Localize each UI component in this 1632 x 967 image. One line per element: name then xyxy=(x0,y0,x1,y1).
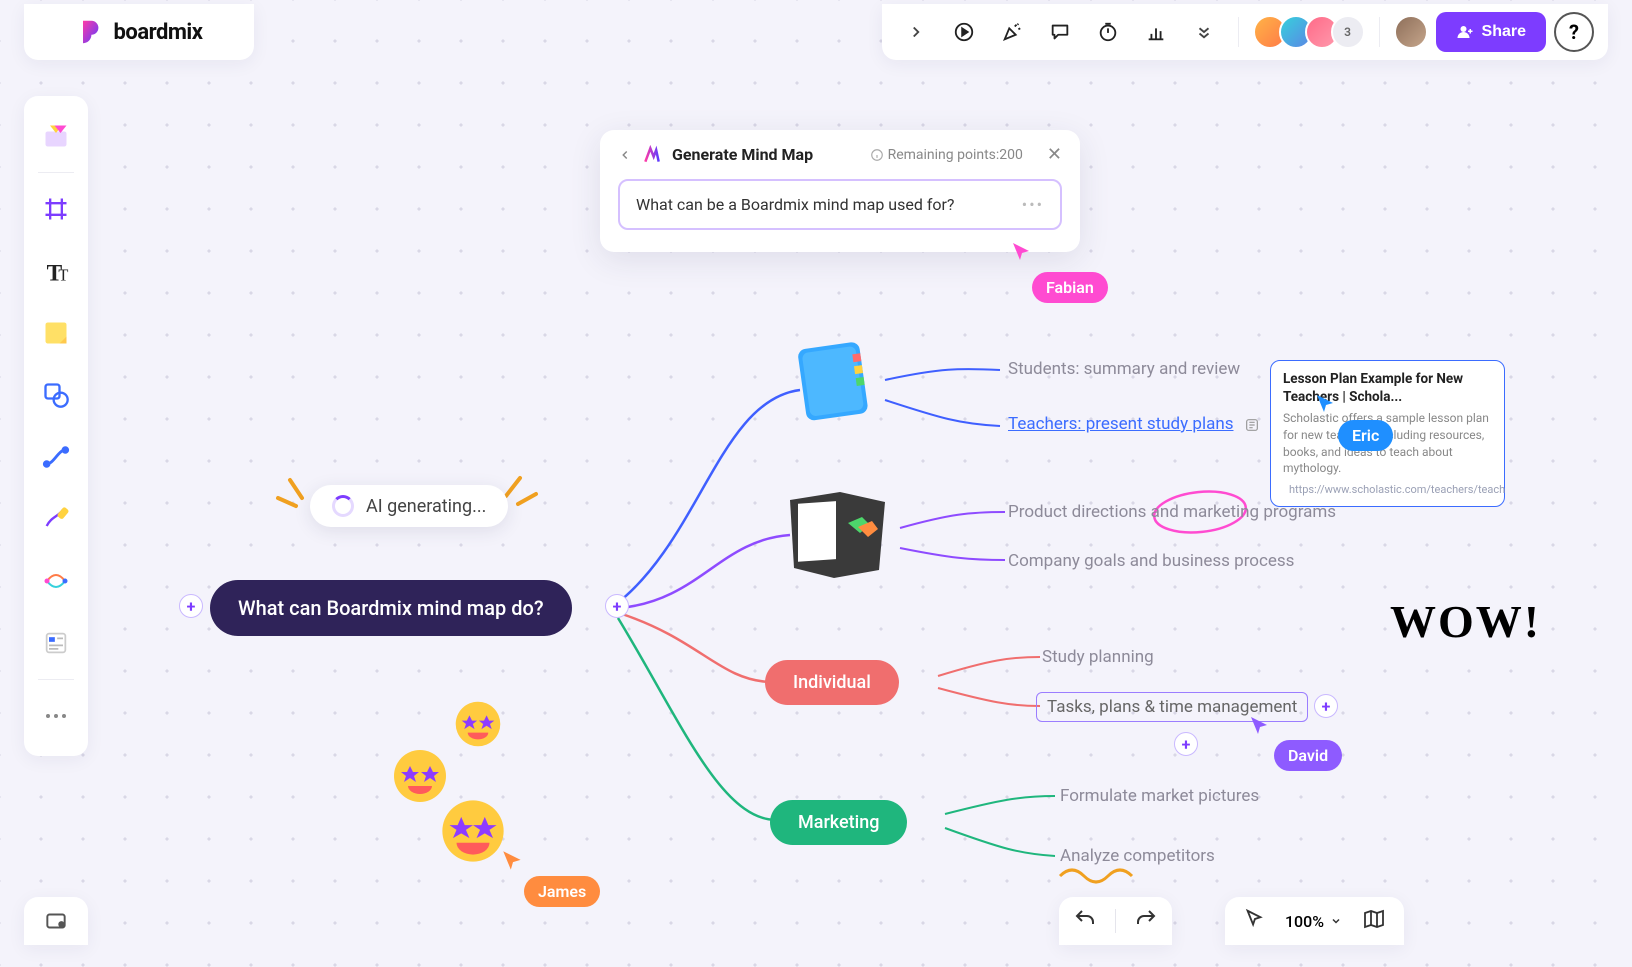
collaborator-avatars[interactable]: 3 xyxy=(1253,15,1365,49)
svg-text:T: T xyxy=(58,265,68,284)
ai-generating-status: AI generating... xyxy=(310,485,508,527)
cursor-pointer-icon xyxy=(1010,240,1034,264)
zoom-controls: 100% xyxy=(1225,897,1404,945)
person-add-icon xyxy=(1456,23,1474,41)
ai-status-label: AI generating... xyxy=(366,496,486,517)
close-icon[interactable]: ✕ xyxy=(1047,144,1062,165)
frame-tool-icon[interactable] xyxy=(32,185,80,233)
help-button[interactable]: ? xyxy=(1554,12,1594,52)
pointer-tool-icon[interactable] xyxy=(1243,908,1265,934)
notebook-icon[interactable] xyxy=(790,337,880,427)
wow-annotation: WOW! xyxy=(1390,595,1541,648)
undo-redo-group xyxy=(1059,897,1172,945)
ai-input[interactable]: What can be a Boardmix mind map used for… xyxy=(618,179,1062,230)
add-node-button[interactable]: + xyxy=(1174,732,1198,756)
chart-icon[interactable] xyxy=(1136,12,1176,52)
cursor-tag-james: James xyxy=(524,876,600,907)
boardmix-logo-icon xyxy=(76,18,104,46)
star-eyes-emoji-icon xyxy=(454,700,502,748)
connector-tool-icon[interactable] xyxy=(32,433,80,481)
sticky-note-tool-icon[interactable] xyxy=(32,309,80,357)
card-url: https://www.scholastic.com/teachers/teac… xyxy=(1283,483,1492,496)
ai-generate-panel: Generate Mind Map Remaining points:200 ✕… xyxy=(600,130,1080,252)
play-icon[interactable] xyxy=(944,12,984,52)
cursor-tag-eric: Eric xyxy=(1338,420,1393,451)
chevron-left-icon[interactable] xyxy=(618,148,632,162)
comment-icon[interactable] xyxy=(1040,12,1080,52)
ellipsis-icon: ••• xyxy=(1022,195,1044,214)
templates-icon[interactable] xyxy=(32,112,80,160)
document-tool-icon[interactable] xyxy=(32,619,80,667)
info-icon xyxy=(870,148,884,162)
more-chevrons-icon[interactable] xyxy=(1184,12,1224,52)
clipboard-icon[interactable] xyxy=(780,485,895,580)
leaf-study[interactable]: Study planning xyxy=(1042,647,1154,667)
leaf-students[interactable]: Students: summary and review xyxy=(1008,359,1240,379)
star-eyes-emoji-icon xyxy=(440,798,506,864)
avatar-overflow-count[interactable]: 3 xyxy=(1331,15,1365,49)
zoom-level[interactable]: 100% xyxy=(1285,912,1342,931)
shape-tool-icon[interactable] xyxy=(32,371,80,419)
ai-input-text: What can be a Boardmix mind map used for… xyxy=(636,195,955,214)
current-user-avatar[interactable] xyxy=(1394,15,1428,49)
undo-button[interactable] xyxy=(1073,907,1097,935)
chevron-right-icon[interactable] xyxy=(896,12,936,52)
cursor-tag-fabian: Fabian xyxy=(1032,272,1108,303)
share-label: Share xyxy=(1482,23,1526,41)
leaf-company[interactable]: Company goals and business process xyxy=(1008,551,1294,571)
pages-button[interactable] xyxy=(24,897,88,945)
cursor-pointer-icon xyxy=(1248,714,1272,738)
attachment-icon xyxy=(1244,417,1260,433)
cursor-tag-david: David xyxy=(1274,740,1342,771)
celebrate-icon[interactable] xyxy=(992,12,1032,52)
chevron-down-icon xyxy=(1330,915,1342,927)
ai-points-label: Remaining points:200 xyxy=(870,147,1023,163)
add-node-button[interactable]: + xyxy=(1314,694,1338,718)
redo-button[interactable] xyxy=(1134,907,1158,935)
cursor-pointer-icon xyxy=(1314,392,1338,416)
topbar: 3 Share ? xyxy=(882,4,1608,60)
star-eyes-emoji-icon xyxy=(392,748,448,804)
node-individual[interactable]: Individual xyxy=(765,660,899,705)
share-button[interactable]: Share xyxy=(1436,12,1546,52)
pen-tool-icon[interactable] xyxy=(32,495,80,543)
logo-box[interactable]: boardmix xyxy=(24,4,254,60)
node-marketing[interactable]: Marketing xyxy=(770,800,907,845)
add-node-right-button[interactable]: + xyxy=(605,594,629,618)
map-view-icon[interactable] xyxy=(1362,907,1386,935)
more-tools-icon[interactable] xyxy=(32,692,80,740)
ai-panel-title: Generate Mind Map xyxy=(672,145,813,164)
mindmap-root-node[interactable]: What can Boardmix mind map do? xyxy=(210,580,572,636)
left-toolbar: TT xyxy=(24,96,88,756)
ai-logo-icon xyxy=(642,145,662,165)
brand-name: boardmix xyxy=(114,20,203,45)
leaf-formulate[interactable]: Formulate market pictures xyxy=(1060,786,1259,806)
mindmap-tool-icon[interactable] xyxy=(32,557,80,605)
add-node-left-button[interactable]: + xyxy=(179,594,203,618)
leaf-teachers[interactable]: Teachers: present study plans xyxy=(1008,414,1260,434)
timer-icon[interactable] xyxy=(1088,12,1128,52)
text-tool-icon[interactable]: TT xyxy=(32,247,80,295)
leaf-analyze[interactable]: Analyze competitors xyxy=(1060,846,1215,866)
spinner-icon xyxy=(332,495,354,517)
